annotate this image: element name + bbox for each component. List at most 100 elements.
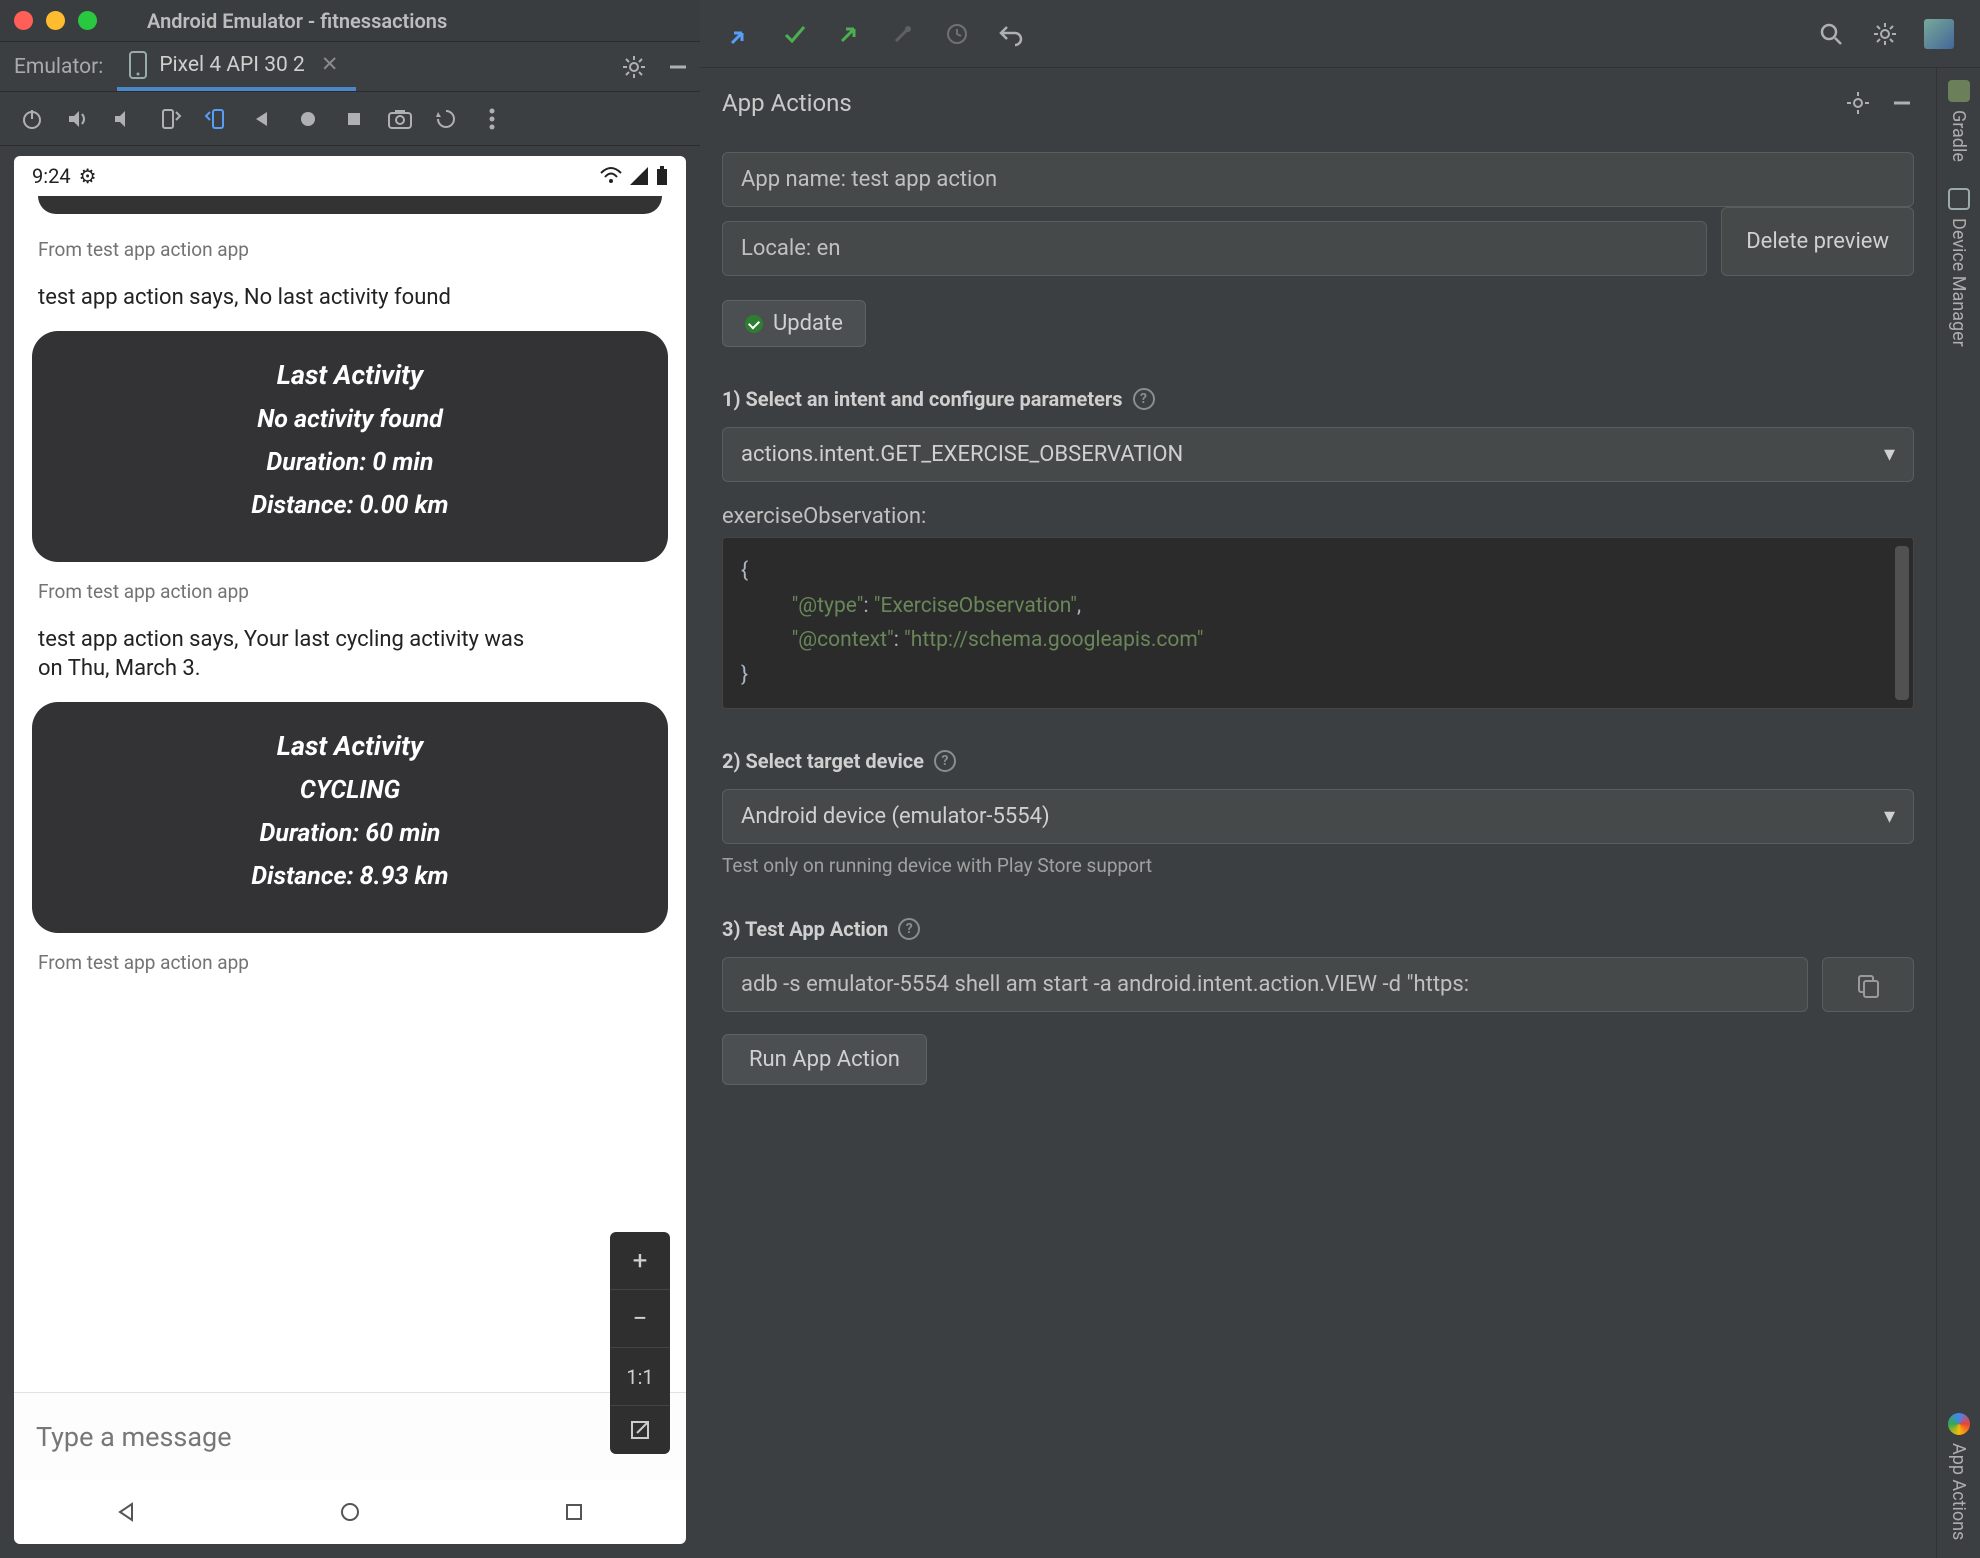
attach-debugger-icon[interactable] xyxy=(880,11,926,57)
stop-icon[interactable] xyxy=(332,99,376,139)
zoom-fit-button[interactable] xyxy=(610,1406,670,1454)
zoom-controls: + − 1:1 xyxy=(610,1232,670,1454)
nav-back-icon[interactable] xyxy=(114,1500,138,1524)
adb-command-field[interactable]: adb -s emulator-5554 shell am start -a a… xyxy=(722,957,1808,1012)
panel-header: App Actions xyxy=(722,68,1914,138)
update-button[interactable]: Update xyxy=(722,300,866,347)
locale-field[interactable]: Locale: en xyxy=(722,221,1707,276)
emulator-minimize-icon[interactable] xyxy=(656,42,700,91)
battery-icon xyxy=(656,166,668,186)
step-2-label: 2) Select target device? xyxy=(722,749,1914,773)
intent-select[interactable]: actions.intent.GET_EXERCISE_OBSERVATION … xyxy=(722,427,1914,482)
emulator-settings-icon[interactable] xyxy=(612,42,656,91)
app-actions-panel: App Actions App name: test app action Lo… xyxy=(700,68,1936,1558)
wifi-icon xyxy=(600,167,622,185)
volume-up-icon[interactable] xyxy=(56,99,100,139)
close-tab-icon[interactable]: ✕ xyxy=(321,52,339,77)
maximize-window-icon[interactable] xyxy=(78,11,97,30)
minimize-window-icon[interactable] xyxy=(46,11,65,30)
zoom-out-button[interactable]: − xyxy=(610,1290,670,1348)
scrollbar[interactable] xyxy=(1895,546,1909,700)
emulator-device-tab[interactable]: Pixel 4 API 30 2 ✕ xyxy=(117,42,356,91)
message-composer[interactable]: Type a message xyxy=(14,1392,686,1480)
composer-placeholder: Type a message xyxy=(36,1421,232,1453)
apply-changes-icon[interactable] xyxy=(772,11,818,57)
rail-gradle[interactable]: Gradle xyxy=(1948,80,1970,162)
power-icon[interactable] xyxy=(10,99,54,139)
phone-screen[interactable]: 9:24 ⚙ From test app action app test app… xyxy=(14,156,686,1544)
step-1-label: 1) Select an intent and configure parame… xyxy=(722,387,1914,411)
json-editor[interactable]: { "@type": "ExerciseObservation", "@cont… xyxy=(722,537,1914,709)
message-source: From test app action app xyxy=(32,574,668,609)
rail-app-actions[interactable]: App Actions xyxy=(1948,1413,1970,1540)
emulator-tab-bar: Emulator: Pixel 4 API 30 2 ✕ xyxy=(0,42,700,92)
device-hint: Test only on running device with Play St… xyxy=(722,854,1914,877)
window-title: Android Emulator - fitnessactions xyxy=(147,9,686,33)
card-title: Last Activity xyxy=(52,359,648,391)
status-time: 9:24 xyxy=(32,164,71,188)
rail-device-manager[interactable]: Device Manager xyxy=(1948,188,1970,347)
phone-frame-wrap: 9:24 ⚙ From test app action app test app… xyxy=(0,146,700,1558)
emulator-window: Android Emulator - fitnessactions Emulat… xyxy=(0,0,700,1558)
screenshot-icon[interactable] xyxy=(378,99,422,139)
zoom-reset-button[interactable]: 1:1 xyxy=(610,1348,670,1406)
close-window-icon[interactable] xyxy=(14,11,33,30)
user-avatar[interactable] xyxy=(1916,11,1962,57)
card-activity: CYCLING xyxy=(52,776,648,805)
activity-card[interactable]: Last Activity No activity found Duration… xyxy=(32,331,668,562)
nav-home-icon[interactable] xyxy=(338,1500,362,1524)
message-source: From test app action app xyxy=(32,232,668,267)
signal-icon xyxy=(630,167,648,185)
phone-icon xyxy=(127,50,149,80)
update-label: Update xyxy=(773,311,843,336)
rotate-right-icon[interactable] xyxy=(194,99,238,139)
step-into-icon[interactable] xyxy=(718,11,764,57)
device-tab-label: Pixel 4 API 30 2 xyxy=(159,53,305,77)
param-label: exerciseObservation: xyxy=(722,504,1914,529)
copy-icon xyxy=(1855,972,1881,998)
card-title: Last Activity xyxy=(52,730,648,762)
help-icon[interactable]: ? xyxy=(1133,388,1155,410)
delete-preview-button[interactable]: Delete preview xyxy=(1721,207,1914,276)
android-nav-bar xyxy=(14,1480,686,1544)
card-distance: Distance: 0.00 km xyxy=(52,491,648,520)
previous-card-bottom xyxy=(38,196,662,214)
ide-toolbar xyxy=(700,0,1980,68)
activity-card[interactable]: Last Activity CYCLING Duration: 60 min D… xyxy=(32,702,668,933)
history-icon[interactable] xyxy=(934,11,980,57)
search-icon[interactable] xyxy=(1808,11,1854,57)
more-icon[interactable] xyxy=(470,99,514,139)
intent-selected-value: actions.intent.GET_EXERCISE_OBSERVATION xyxy=(741,442,1183,467)
rotate-left-icon[interactable] xyxy=(148,99,192,139)
device-select[interactable]: Android device (emulator-5554) ▾ xyxy=(722,789,1914,844)
nav-recents-icon[interactable] xyxy=(562,1500,586,1524)
help-icon[interactable]: ? xyxy=(934,750,956,772)
emulator-label: Emulator: xyxy=(0,42,117,91)
assistant-icon xyxy=(1948,1413,1970,1435)
panel-minimize-icon[interactable] xyxy=(1890,91,1914,115)
step-out-icon[interactable] xyxy=(826,11,872,57)
panel-title: App Actions xyxy=(722,89,852,117)
app-name-field[interactable]: App name: test app action xyxy=(722,152,1914,207)
emulator-toolbar xyxy=(0,92,700,146)
run-app-action-button[interactable]: Run App Action xyxy=(722,1034,927,1085)
volume-down-icon[interactable] xyxy=(102,99,146,139)
undo-icon[interactable] xyxy=(988,11,1034,57)
back-icon[interactable] xyxy=(240,99,284,139)
assistant-conversation[interactable]: From test app action app test app action… xyxy=(14,196,686,1392)
assistant-text: test app action says, Your last cycling … xyxy=(32,621,552,690)
chevron-down-icon: ▾ xyxy=(1884,804,1895,829)
tool-window-rail: Gradle Device Manager App Actions xyxy=(1936,68,1980,1558)
record-icon[interactable] xyxy=(286,99,330,139)
copy-button[interactable] xyxy=(1822,957,1914,1012)
assistant-text: test app action says, No last activity f… xyxy=(32,279,668,319)
gradle-icon xyxy=(1948,80,1970,102)
ide-right-pane: App Actions App name: test app action Lo… xyxy=(700,0,1980,1558)
panel-settings-icon[interactable] xyxy=(1846,91,1870,115)
zoom-in-button[interactable]: + xyxy=(610,1232,670,1290)
ide-settings-icon[interactable] xyxy=(1862,11,1908,57)
card-distance: Distance: 8.93 km xyxy=(52,862,648,891)
snapshot-restore-icon[interactable] xyxy=(424,99,468,139)
traffic-lights xyxy=(14,11,97,30)
help-icon[interactable]: ? xyxy=(898,918,920,940)
